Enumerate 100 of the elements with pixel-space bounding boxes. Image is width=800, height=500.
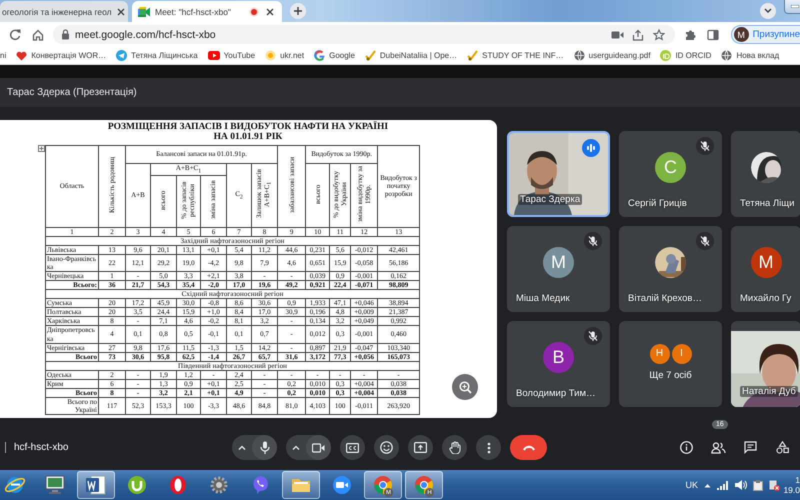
- participant-tile[interactable]: Віталій Крехов…: [619, 226, 722, 312]
- bookmark[interactable]: Тетяна Ліщинська: [116, 50, 198, 61]
- close-tab-button[interactable]: [264, 6, 276, 18]
- participant-tile[interactable]: Н І Ще 7 осіб: [619, 321, 722, 407]
- participant-tile[interactable]: Тарас Здерка: [507, 131, 610, 217]
- orcid-icon: [660, 50, 672, 61]
- bookmark[interactable]: Нова вклад: [721, 50, 780, 61]
- browser-e-icon: [4, 474, 26, 496]
- plus-icon: [294, 7, 302, 15]
- avatar: В: [543, 342, 574, 372]
- globe-icon: [574, 50, 585, 61]
- meeting-code: hcf-hsct-xbo: [14, 442, 68, 453]
- participant-tile[interactable]: Наталія Дуб: [731, 321, 800, 407]
- chrome-icon: [372, 475, 394, 495]
- more-participants-label: Ще 7 осіб: [649, 370, 692, 380]
- home-icon: [32, 28, 44, 40]
- participant-name: Володимир Тим…: [516, 388, 596, 399]
- participant-tile[interactable]: С Сергій Гриців: [619, 131, 722, 217]
- sun-icon: [265, 50, 276, 61]
- clock-time: 1: [795, 474, 800, 485]
- participant-name: Міша Медик: [516, 293, 570, 304]
- video-camera-icon: [610, 30, 624, 40]
- info-icon: [680, 441, 692, 454]
- profile-button[interactable]: M Призупине: [730, 25, 800, 44]
- gear-icon: [208, 475, 230, 495]
- participant-tile[interactable]: В Володимир Тим…: [507, 321, 610, 407]
- microphone-button[interactable]: [252, 435, 277, 460]
- globe-icon: [721, 50, 732, 61]
- document-icon: [85, 475, 107, 495]
- bookmark[interactable]: ID ORCID: [660, 50, 712, 61]
- google-icon: [314, 50, 326, 61]
- avatar: І: [672, 344, 692, 364]
- camera-icon: [138, 6, 150, 16]
- hand-icon: [448, 441, 460, 454]
- bookmark[interactable]: userguideang.pdf: [574, 50, 650, 61]
- bookmark[interactable]: ukr.net: [265, 50, 304, 61]
- microphone-icon: [260, 441, 270, 454]
- shapes-icon: [776, 441, 788, 454]
- side-panel-icon: [707, 28, 719, 40]
- audio-level-icon: [582, 139, 600, 157]
- more-options-button[interactable]: [476, 435, 501, 460]
- pencil-icon: [364, 50, 376, 61]
- camera-button[interactable]: [306, 435, 331, 460]
- zoom-button[interactable]: [452, 374, 478, 400]
- more-icon: [486, 442, 490, 454]
- avatar: М: [750, 246, 782, 278]
- tab-search-button[interactable]: [760, 3, 776, 19]
- browser-tab[interactable]: огеологія та інженерна геол: [0, 1, 128, 22]
- paper-plane-icon: [116, 50, 128, 61]
- phone-icon: [522, 444, 536, 450]
- bookmark[interactable]: Google: [314, 50, 355, 61]
- raise-hand-button[interactable]: [442, 435, 467, 460]
- bookmark-star-button[interactable]: [651, 26, 667, 42]
- chevron-up-icon: [292, 445, 300, 450]
- captions-icon: [346, 442, 359, 452]
- bookmark[interactable]: DubeiNataliia | Ope…: [364, 50, 458, 61]
- taskbar-app[interactable]: [77, 471, 115, 499]
- address-bar[interactable]: meet.google.com/hcf-hsct-xbo: [53, 25, 675, 44]
- lock-icon: [61, 29, 70, 40]
- participant-name: Михайло Гу: [740, 293, 792, 304]
- participant-name: Тетяна Ліщи: [740, 198, 794, 209]
- speaker-icon: [735, 480, 747, 490]
- clipboard-icon: [753, 480, 763, 490]
- pencil-icon: [467, 50, 478, 61]
- avatar: Н: [650, 344, 670, 364]
- reload-button[interactable]: [7, 26, 23, 42]
- captions-button[interactable]: [340, 435, 365, 460]
- present-button[interactable]: [408, 435, 433, 460]
- participant-name: Тарас Здерка: [518, 194, 582, 205]
- clock-date: 19.0: [783, 485, 800, 496]
- minimize-button[interactable]: [784, 0, 800, 14]
- opera-icon: [167, 475, 189, 495]
- browser-tab[interactable]: Meet: "hcf-hsct-xbo": [132, 1, 282, 22]
- present-icon: [414, 442, 427, 453]
- signal-icon: [717, 480, 729, 490]
- end-call-button[interactable]: [510, 435, 547, 460]
- bookmark[interactable]: YouTube: [208, 51, 256, 60]
- language-indicator[interactable]: UK: [685, 480, 698, 490]
- emoji-icon: [380, 441, 393, 454]
- bookmark[interactable]: STUDY OF THE INF…: [467, 50, 564, 61]
- bookmark[interactable]: Конвертація WOR…: [16, 50, 106, 60]
- close-icon: [116, 8, 125, 16]
- puzzle-icon: [684, 28, 696, 40]
- avatar: M: [734, 27, 749, 42]
- bookmark[interactable]: ni: [0, 51, 6, 60]
- reactions-button[interactable]: [374, 435, 399, 460]
- video-camera-icon: [312, 442, 325, 452]
- heart-icon: [16, 50, 28, 60]
- close-tab-button[interactable]: [116, 6, 125, 18]
- taskbar-app[interactable]: [282, 471, 320, 499]
- participant-tile[interactable]: М Міша Медик: [507, 226, 610, 312]
- avatar: С: [655, 152, 686, 182]
- computer-icon: [44, 475, 66, 495]
- participant-tile[interactable]: Тетяна Ліщи: [731, 131, 800, 217]
- share-icon: [632, 28, 644, 40]
- profile-label: Призупине: [752, 29, 800, 40]
- table-handle-icon: [38, 144, 45, 152]
- presentation-title: Тарас Здерка (Презентація): [7, 87, 137, 98]
- participant-tile[interactable]: М Михайло Гу: [731, 226, 800, 312]
- new-tab-button[interactable]: [290, 3, 306, 19]
